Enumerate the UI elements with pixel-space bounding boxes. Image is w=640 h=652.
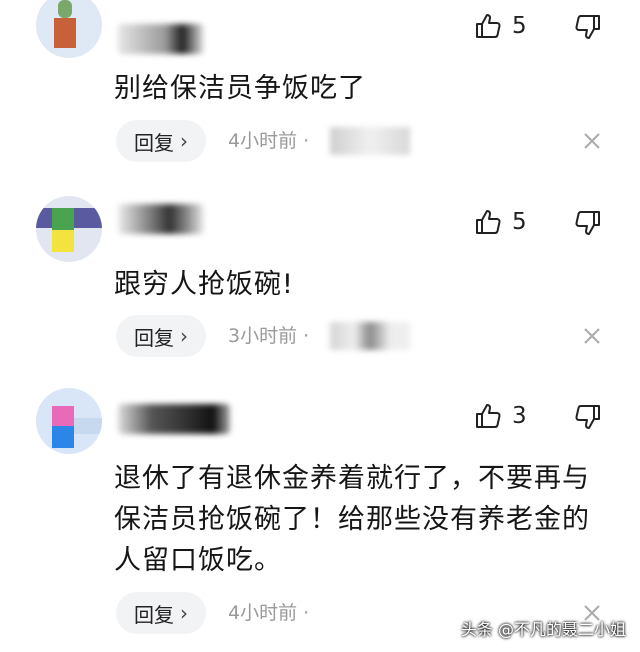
chevron-right-icon: › (180, 601, 188, 625)
dislike-button[interactable] (574, 13, 602, 41)
reply-button[interactable]: 回复 › (116, 315, 206, 357)
thumbs-down-icon (575, 15, 600, 39)
like-button[interactable]: 3 (474, 402, 527, 430)
location-redacted (330, 127, 410, 155)
watermark: 头条 @不凡的聂二小姐 (460, 620, 626, 639)
reply-label: 回复 (134, 130, 174, 155)
comment-text: 别给保洁员争饭吃了 (114, 73, 366, 104)
reply-label: 回复 (134, 325, 174, 350)
comment-text: 跟穷人抢饭碗! (114, 269, 294, 300)
thumbs-down-icon (575, 405, 600, 429)
avatar[interactable] (36, 388, 102, 454)
like-count: 3 (512, 403, 527, 429)
thumbs-down-icon (575, 211, 600, 235)
comment-text: 退休了有退休金养着就行了，不要再与保洁员抢饭碗了！给那些没有养老金的人留口饭吃。 (114, 463, 590, 576)
chevron-right-icon: › (180, 324, 188, 348)
chevron-right-icon: › (180, 129, 188, 153)
timestamp: 4小时前 · (228, 602, 310, 624)
dislike-button[interactable] (574, 403, 602, 431)
like-button[interactable]: 5 (474, 12, 527, 40)
username-redacted (118, 204, 204, 234)
reply-button[interactable]: 回复 › (116, 592, 206, 634)
username-redacted (118, 404, 230, 434)
reply-button[interactable]: 回复 › (116, 120, 206, 162)
thumbs-up-icon (476, 404, 501, 428)
thumbs-up-icon (476, 210, 501, 234)
avatar[interactable] (36, 196, 102, 262)
comment-item: 5 跟穷人抢饭碗! 回复 › 3小时前 · (0, 190, 640, 380)
like-count: 5 (512, 13, 527, 39)
close-icon[interactable] (580, 129, 604, 153)
dislike-button[interactable] (574, 209, 602, 237)
comment-item: 3 退休了有退休金养着就行了，不要再与保洁员抢饭碗了！给那些没有养老金的人留口饭… (0, 380, 640, 652)
thumbs-up-icon (476, 14, 501, 38)
timestamp: 4小时前 · (228, 130, 310, 152)
avatar[interactable] (36, 0, 102, 58)
username-redacted (118, 24, 204, 54)
close-icon[interactable] (580, 324, 604, 348)
timestamp: 3小时前 · (228, 325, 310, 347)
like-count: 5 (512, 209, 527, 235)
location-redacted (330, 322, 410, 350)
like-button[interactable]: 5 (474, 208, 527, 236)
comment-item: 5 别给保洁员争饭吃了 回复 › 4小时前 · (0, 0, 640, 190)
reply-label: 回复 (134, 602, 174, 627)
